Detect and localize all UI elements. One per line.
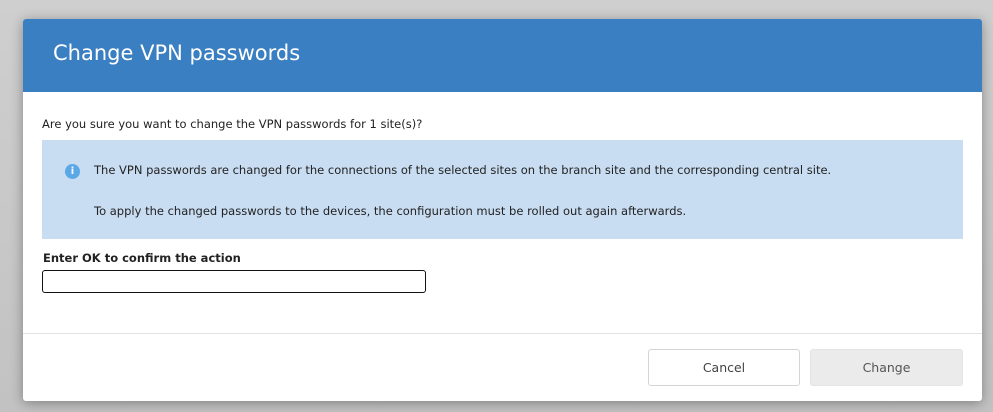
footer-divider (23, 333, 982, 334)
cancel-button[interactable]: Cancel (648, 349, 800, 386)
confirmation-question: Are you sure you want to change the VPN … (42, 117, 423, 131)
dialog-title: Change VPN passwords (53, 41, 301, 65)
dialog-header: Change VPN passwords (23, 19, 982, 92)
confirm-label: Enter OK to confirm the action (43, 251, 241, 265)
info-text-2: To apply the changed passwords to the de… (94, 204, 687, 218)
info-box: i The VPN passwords are changed for the … (42, 140, 963, 239)
info-icon: i (65, 164, 80, 179)
confirm-input[interactable] (42, 270, 426, 293)
change-button[interactable]: Change (810, 349, 963, 386)
info-text-1: The VPN passwords are changed for the co… (94, 163, 832, 177)
change-vpn-passwords-dialog: Change VPN passwords Are you sure you wa… (23, 19, 982, 401)
